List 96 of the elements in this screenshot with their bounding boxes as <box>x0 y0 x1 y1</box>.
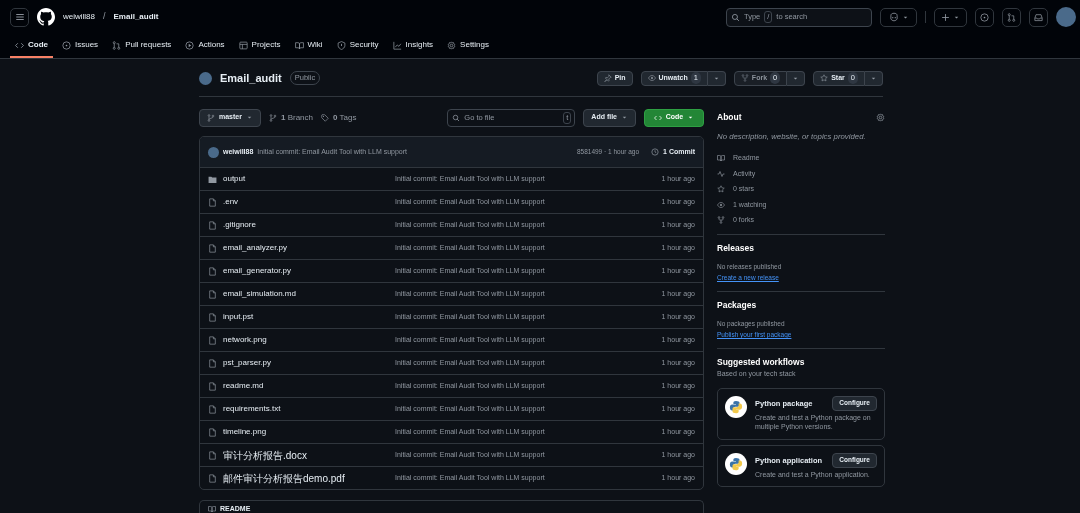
repo-tab[interactable]: Wiki <box>289 34 328 58</box>
gear-icon <box>876 113 885 122</box>
issue-icon <box>62 40 71 50</box>
gear-icon <box>447 40 457 50</box>
create-new-button[interactable] <box>934 7 967 27</box>
file-icon <box>208 404 217 414</box>
branch-icon <box>268 113 277 122</box>
pull-request-icon <box>112 40 122 50</box>
folder-icon <box>208 174 217 184</box>
issue-icon <box>980 12 989 22</box>
owner-avatar <box>199 71 212 85</box>
table-icon <box>238 40 248 50</box>
pull-requests-button[interactable] <box>1002 7 1021 27</box>
file-icon <box>208 335 217 345</box>
file-icon <box>208 381 217 391</box>
file-icon <box>208 243 217 253</box>
book-icon <box>294 40 304 50</box>
breadcrumb-separator: / <box>103 10 106 24</box>
star-icon <box>820 74 829 82</box>
issues-button[interactable] <box>975 7 994 27</box>
pull-request-icon <box>1007 12 1016 22</box>
file-icon <box>208 450 217 460</box>
repo-tab[interactable]: Actions <box>180 34 230 58</box>
file-name[interactable]: pst_parser.py <box>223 357 272 369</box>
tag-icon <box>321 113 329 122</box>
pulse-icon <box>717 169 725 178</box>
file-name[interactable]: requirements.txt <box>223 403 281 415</box>
dropdown-button[interactable] <box>707 70 726 86</box>
file-icon <box>208 427 217 437</box>
file-name[interactable]: email_simulation.md <box>223 288 296 300</box>
file-name[interactable]: input.pst <box>223 311 254 323</box>
file-name[interactable]: readme.md <box>223 380 264 392</box>
graph-icon <box>392 40 402 50</box>
file-icon <box>208 289 217 299</box>
fork-icon <box>740 74 749 82</box>
shield-icon <box>336 40 346 50</box>
file-name[interactable]: email_generator.py <box>223 265 292 277</box>
file-icon <box>208 312 217 322</box>
branch-icon <box>207 113 215 122</box>
file-name[interactable]: timeline.png <box>223 426 267 438</box>
file-icon <box>208 473 217 483</box>
repo-title: Email_audit <box>220 70 282 86</box>
repo-tab[interactable]: Projects <box>233 34 286 58</box>
repo-link[interactable]: Email_audit <box>113 11 159 23</box>
releases-heading[interactable]: Releases <box>717 243 885 254</box>
repo-tab[interactable]: Settings <box>442 34 494 58</box>
file-icon <box>208 266 217 276</box>
file-name[interactable]: network.png <box>223 334 267 346</box>
menu-icon <box>14 12 25 22</box>
file-name[interactable]: .gitignore <box>223 219 256 231</box>
tags-link[interactable]: 0 Tags <box>333 111 357 124</box>
author-avatar <box>208 146 219 158</box>
star-icon <box>717 185 725 194</box>
owner-link[interactable]: weiwill88 <box>63 11 95 23</box>
repo-tab[interactable]: Issues <box>57 34 104 58</box>
python-logo-icon <box>725 452 747 475</box>
copilot-icon <box>888 12 899 22</box>
code-icon <box>653 113 662 122</box>
file-name[interactable]: email_analyzer.py <box>223 242 288 254</box>
repo-tab[interactable]: Security <box>331 34 384 58</box>
dropdown-button[interactable] <box>865 70 883 86</box>
menu-button[interactable] <box>10 7 29 27</box>
search-icon <box>731 12 740 22</box>
book-icon <box>717 154 725 163</box>
file-name[interactable]: 邮件审计分析报告demo.pdf <box>223 470 345 486</box>
caret-icon <box>621 114 628 121</box>
workflows-heading: Suggested workflows <box>717 357 806 368</box>
search-icon <box>452 113 461 122</box>
avatar[interactable] <box>1056 7 1076 27</box>
dropdown-button[interactable] <box>787 70 806 86</box>
code-icon <box>15 40 24 50</box>
plus-icon <box>941 12 950 22</box>
file-icon <box>208 220 217 230</box>
play-icon <box>185 40 195 50</box>
file-name[interactable]: 审计分析报告.docx <box>223 447 307 463</box>
python-logo-icon <box>725 395 747 418</box>
about-heading: About <box>717 112 742 123</box>
pin-icon <box>603 74 612 82</box>
copilot-button[interactable] <box>880 7 917 27</box>
eye-icon <box>647 74 656 82</box>
repo-tab[interactable]: Pull requests <box>107 34 177 58</box>
inbox-button[interactable] <box>1029 7 1048 27</box>
fork-icon <box>717 216 725 225</box>
eye-icon <box>717 200 725 209</box>
file-icon <box>208 197 217 207</box>
file-icon <box>208 358 217 368</box>
file-name[interactable]: output <box>223 173 246 185</box>
branches-link[interactable]: 1 Branch <box>280 111 313 124</box>
file-name[interactable]: .env <box>223 196 239 208</box>
clock-icon <box>651 148 660 156</box>
repo-tab[interactable]: Insights <box>387 34 439 58</box>
book-icon <box>208 505 216 513</box>
packages-heading[interactable]: Packages <box>717 300 885 311</box>
repo-tab[interactable]: Code <box>10 34 53 58</box>
octocat-logo-icon[interactable] <box>37 8 55 26</box>
inbox-icon <box>1034 12 1043 22</box>
